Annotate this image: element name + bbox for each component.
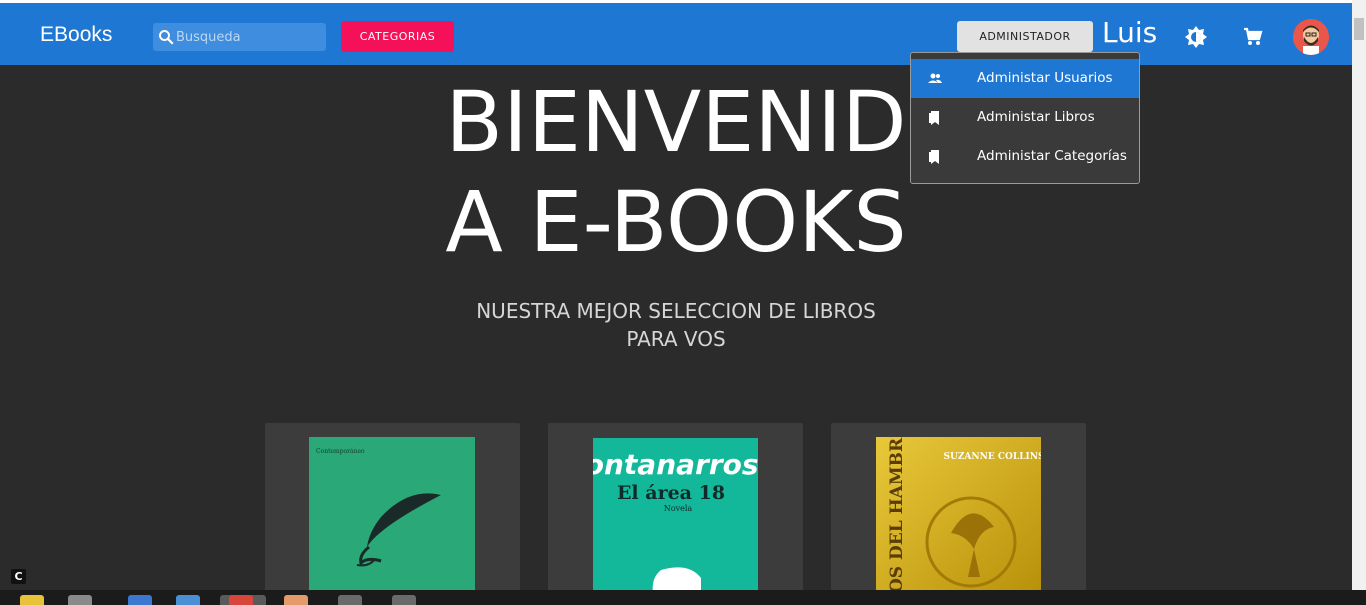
users-icon — [928, 73, 942, 83]
brand-logo[interactable]: EBooks — [40, 23, 112, 47]
cover-subtitle: El área 18 — [617, 482, 725, 504]
cart-icon[interactable] — [1241, 25, 1265, 49]
book-cover[interactable]: fontanarrosa El área 18 Novela — [593, 438, 758, 593]
search-input[interactable] — [176, 25, 321, 49]
book-icon — [929, 111, 939, 125]
search-box[interactable] — [153, 23, 326, 51]
hero-line-1: BIENVENID — [445, 73, 907, 171]
cover-spine-title: OS DEL HAMBRE — [887, 437, 907, 593]
taskbar-app-icon[interactable] — [128, 595, 152, 605]
scrollbar-thumb[interactable] — [1354, 18, 1364, 40]
menu-item-admin-categories[interactable]: Administar Categorías — [911, 137, 1139, 176]
hero-line-2: A E-BOOKS — [445, 173, 907, 271]
admin-button[interactable]: ADMINISTADOR — [957, 21, 1093, 52]
subtitle-line-1: NUESTRA MEJOR SELECCION DE LIBROS — [476, 299, 876, 323]
menu-item-label: Administar Libros — [977, 109, 1095, 125]
cover-text: Contemporáneo — [316, 448, 365, 455]
menu-item-label: Administar Categorías — [977, 148, 1127, 164]
avatar[interactable] — [1293, 19, 1329, 55]
book-cover-art: Contemporáneo — [316, 448, 441, 567]
app-bar: EBooks CATEGORIAS ADMINISTADOR Luis — [0, 3, 1352, 65]
hero-title: BIENVENID A E-BOOKS — [0, 72, 1352, 272]
hero-subtitle: NUESTRA MEJOR SELECCION DE LIBROS PARA V… — [0, 297, 1352, 353]
brightness-icon[interactable] — [1184, 25, 1208, 49]
book-cover-art: SUZANNE COLLINS OS DEL HAMBRE — [876, 437, 1041, 593]
os-taskbar — [0, 590, 1366, 605]
taskbar-app-icon[interactable] — [284, 595, 308, 605]
book-cover[interactable]: SUZANNE COLLINS OS DEL HAMBRE — [876, 437, 1041, 593]
menu-item-admin-books[interactable]: Administar Libros — [911, 98, 1139, 137]
taskbar-app-icon[interactable] — [338, 595, 362, 605]
username-label: Luis — [1102, 16, 1158, 49]
book-cover[interactable]: Contemporáneo — [309, 437, 475, 593]
search-icon — [159, 30, 174, 45]
book-card[interactable]: fontanarrosa El área 18 Novela — [548, 423, 803, 593]
corner-badge: C — [11, 569, 26, 584]
taskbar-app-icon[interactable] — [68, 595, 92, 605]
book-card[interactable]: SUZANNE COLLINS OS DEL HAMBRE — [831, 423, 1086, 593]
taskbar-browser-icon[interactable] — [229, 595, 253, 605]
page-scrollbar[interactable] — [1352, 0, 1366, 590]
avatar-image — [1293, 19, 1329, 55]
book-cover-art: fontanarrosa El área 18 Novela — [593, 448, 758, 593]
cover-title: fontanarrosa — [593, 448, 758, 481]
menu-item-label: Administar Usuarios — [977, 70, 1113, 86]
subtitle-line-2: PARA VOS — [626, 327, 726, 351]
taskbar-app-icon[interactable] — [20, 595, 44, 605]
menu-item-admin-users[interactable]: Administar Usuarios — [911, 59, 1139, 98]
cover-note: Novela — [664, 504, 693, 513]
book-icon — [929, 150, 939, 164]
book-card[interactable]: Contemporáneo — [265, 423, 520, 593]
categories-button[interactable]: CATEGORIAS — [341, 21, 454, 52]
taskbar-app-icon[interactable] — [176, 595, 200, 605]
cover-author: SUZANNE COLLINS — [944, 452, 1041, 462]
admin-dropdown-menu: Administar Usuarios Administar Libros Ad… — [910, 52, 1140, 184]
taskbar-app-icon[interactable] — [392, 595, 416, 605]
